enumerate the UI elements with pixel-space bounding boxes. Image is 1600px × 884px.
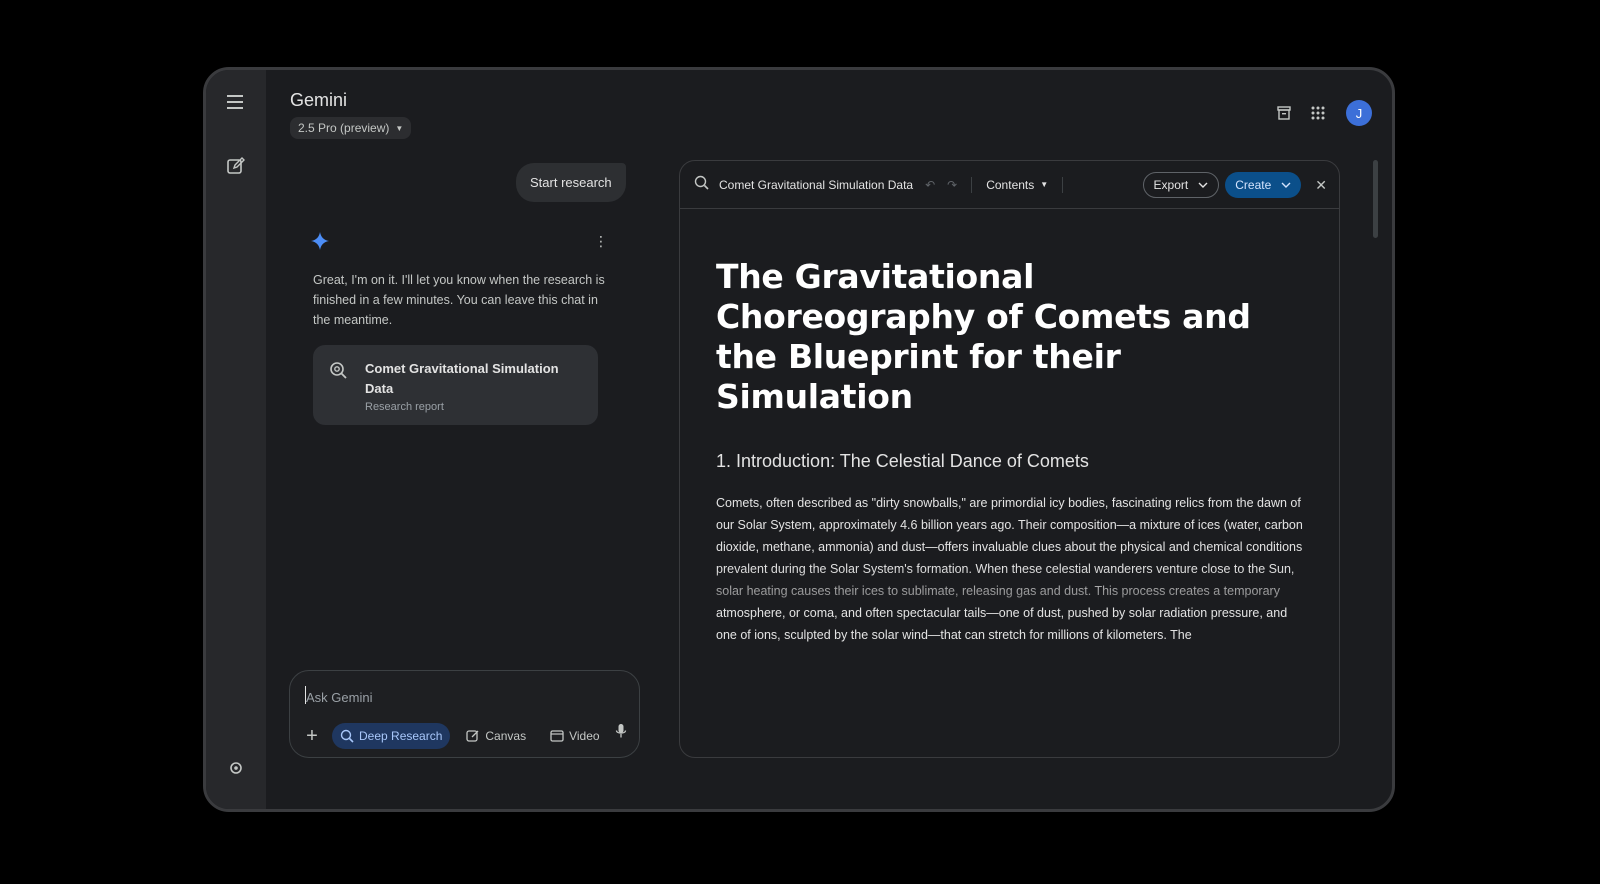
side-rail (206, 70, 266, 809)
header-actions: J (1274, 100, 1372, 126)
toolbar-divider (971, 176, 973, 193)
prompt-input[interactable] (306, 687, 616, 707)
contents-label: Contents (986, 177, 1035, 192)
settings-icon[interactable] (224, 756, 248, 780)
video-icon (550, 730, 564, 742)
new-chat-icon[interactable] (224, 154, 248, 178)
report-title: Comet Gravitational Simulation Data (365, 361, 559, 396)
video-button[interactable]: Video (542, 723, 621, 749)
redo-icon[interactable]: ↷ (947, 178, 957, 192)
deep-research-icon (329, 361, 347, 384)
canvas-doc-title: Comet Gravitational Simulation Data (719, 177, 914, 192)
model-selector[interactable]: 2.5 Pro (preview) ▼ (290, 117, 412, 139)
toolbar-divider (1062, 176, 1064, 193)
dropdown-arrow-icon: ▼ (395, 123, 404, 133)
model-label: 2.5 Pro (preview) (298, 121, 390, 135)
deep-research-button[interactable]: Deep Research (332, 723, 451, 749)
canvas-button[interactable]: Canvas (458, 723, 534, 749)
add-icon[interactable]: + (300, 725, 324, 748)
canvas-label: Canvas (485, 729, 527, 743)
archive-icon[interactable] (1274, 103, 1294, 123)
deep-research-icon (694, 175, 709, 195)
canvas-icon (466, 730, 479, 742)
section-heading: 1. Introduction: The Celestial Dance of … (716, 451, 1089, 471)
canvas-panel: Comet Gravitational Simulation Data ↶ ↷ … (679, 160, 1340, 758)
more-options-icon[interactable]: ⋮ (594, 233, 608, 250)
gemini-sparkle-icon (311, 232, 329, 255)
canvas-toolbar: Comet Gravitational Simulation Data ↶ ↷ … (680, 161, 1339, 209)
app-header: Gemini 2.5 Pro (preview) ▼ (290, 90, 412, 139)
user-message: Start research (516, 163, 626, 202)
deep-research-label: Deep Research (359, 729, 443, 743)
apps-grid-icon[interactable] (1308, 103, 1328, 123)
research-report-card[interactable]: Comet Gravitational Simulation Data Rese… (313, 345, 598, 425)
contents-dropdown[interactable]: Contents ▼ (986, 178, 1048, 192)
prompt-composer: + Deep Research Canvas Video (289, 670, 640, 758)
undo-icon[interactable]: ↶ (925, 178, 935, 192)
dropdown-arrow-icon: ▼ (1040, 180, 1049, 189)
canvas-document: The Gravitational Choreography of Comets… (680, 209, 1339, 646)
microphone-icon[interactable] (615, 723, 627, 744)
body-paragraph: Comets, often described as "dirty snowba… (716, 496, 1303, 642)
assistant-reply: Great, I'm on it. I'll let you know when… (313, 273, 605, 327)
app-title: Gemini (290, 90, 348, 110)
chevron-down-icon (1281, 182, 1291, 188)
composer-tools: + Deep Research Canvas Video (300, 723, 621, 749)
create-label: Create (1235, 178, 1272, 192)
chevron-down-icon (1198, 182, 1208, 188)
menu-icon[interactable] (224, 90, 248, 114)
deep-research-icon (340, 729, 354, 743)
close-icon[interactable]: ✕ (1315, 177, 1327, 194)
canvas-actions: Export Create ✕ (1142, 172, 1327, 198)
report-subtitle: Research report (365, 401, 444, 413)
avatar[interactable]: J (1346, 100, 1372, 126)
app-window: Gemini 2.5 Pro (preview) ▼ J Start resea… (203, 67, 1395, 812)
export-button[interactable]: Export (1142, 172, 1220, 198)
export-label: Export (1153, 178, 1189, 192)
create-button[interactable]: Create (1225, 172, 1302, 198)
scrollbar[interactable] (1373, 160, 1378, 238)
document-heading: The Gravitational Choreography of Comets… (716, 257, 1251, 416)
video-label: Video (569, 729, 600, 743)
